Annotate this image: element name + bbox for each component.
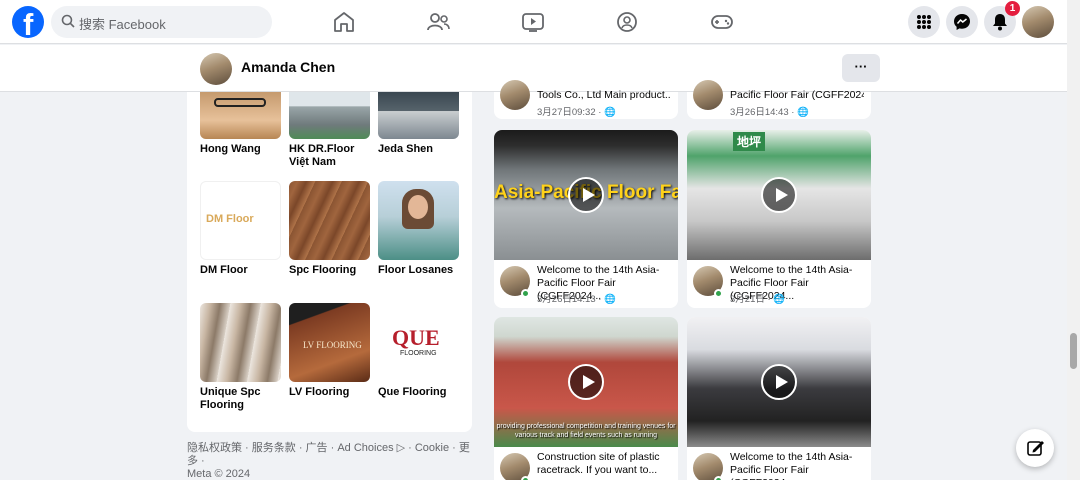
home-icon[interactable] — [331, 10, 357, 34]
online-indicator — [714, 289, 723, 298]
video-post-card[interactable]: Welcome to the 14th Asia-Pacific Floor F… — [687, 317, 871, 480]
video-post-card[interactable]: Asia-Pacific Floor Fair Welcome to the 1… — [494, 130, 678, 308]
online-indicator — [521, 289, 530, 298]
facebook-logo-icon[interactable]: f — [12, 6, 44, 42]
like-tile-hk-drfloor[interactable]: HK DR.Floor Việt Nam — [289, 92, 370, 169]
post-date[interactable]: 3月26日14:13 · 🌐 — [537, 291, 616, 305]
like-image — [200, 92, 281, 139]
like-label: Floor Losanes — [378, 264, 454, 276]
top-navigation-bar: f 搜索 Facebook 1 — [0, 0, 1067, 44]
video-thumbnail[interactable] — [687, 317, 871, 447]
post-card-partial[interactable]: Pacific Floor Fair (CGFF2024... 3月26日14:… — [687, 80, 871, 119]
search-input[interactable]: 搜索 Facebook — [51, 6, 272, 38]
like-tile-unique-spc[interactable]: Unique Spc Flooring — [200, 303, 281, 412]
post-card-partial[interactable]: Tools Co., Ltd Main product... 3月27日09:3… — [494, 80, 678, 119]
like-image — [289, 92, 370, 139]
online-indicator — [521, 476, 530, 480]
post-text[interactable]: Tools Co., Ltd Main product... — [537, 89, 671, 101]
play-icon[interactable] — [568, 364, 604, 400]
profile-header-bar: Amanda Chen ··· — [0, 45, 1067, 92]
search-placeholder: 搜索 Facebook — [79, 17, 166, 32]
menu-button[interactable] — [908, 6, 940, 38]
video-thumbnail[interactable]: 地坪 — [687, 130, 871, 260]
post-date[interactable]: 3月27日09:32 · 🌐 — [537, 104, 616, 118]
like-tile-dm-floor[interactable]: DM Floor DM Floor — [200, 181, 281, 277]
video-post-card[interactable]: providing professional competition and t… — [494, 317, 678, 480]
like-image: QUE FLOORING — [378, 303, 459, 382]
booth-sign-text: 地坪 — [733, 132, 766, 151]
like-label: Que Flooring — [378, 386, 447, 398]
like-tile-spc-flooring[interactable]: Spc Flooring — [289, 181, 370, 277]
post-date[interactable]: 3月26日14:43 · 🌐 — [730, 104, 809, 118]
like-label: HK DR.Floor Việt Nam — [289, 143, 355, 168]
video-thumbnail[interactable]: Asia-Pacific Floor Fair — [494, 130, 678, 260]
video-caption-text: providing professional competition and t… — [496, 423, 676, 439]
que-flooring-logo-sub: FLOORING — [400, 350, 437, 357]
gaming-icon[interactable] — [709, 10, 735, 34]
play-icon[interactable] — [761, 364, 797, 400]
post-date[interactable]: 3月21日 · 🌐 — [730, 291, 785, 305]
like-image: DM Floor — [200, 181, 281, 260]
post-author-avatar[interactable] — [693, 80, 723, 110]
scrollbar-thumb[interactable] — [1070, 333, 1077, 369]
like-image — [200, 303, 281, 382]
like-label: Hong Wang — [200, 143, 261, 155]
like-tile-jeda-shen[interactable]: Jeda Shen — [378, 92, 459, 156]
post-text[interactable]: Pacific Floor Fair (CGFF2024... — [730, 89, 864, 101]
new-message-button[interactable] — [1016, 429, 1054, 467]
likes-card: Hong Wang HK DR.Floor Việt Nam Jeda Shen… — [187, 92, 472, 432]
friends-icon[interactable] — [425, 10, 451, 34]
groups-icon[interactable] — [614, 10, 640, 34]
more-options-button[interactable]: ··· — [842, 54, 880, 82]
page-scrollbar[interactable] — [1067, 0, 1080, 480]
like-label: Unique Spc Flooring — [200, 386, 261, 411]
like-label: LV Flooring — [289, 386, 350, 398]
like-image — [378, 181, 459, 260]
like-tile-que-flooring[interactable]: QUE FLOORING Que Flooring — [378, 303, 459, 399]
post-text[interactable]: Construction site of plastic racetrack. … — [537, 451, 671, 477]
like-label: Jeda Shen — [378, 143, 434, 155]
like-image — [289, 181, 370, 260]
video-post-card[interactable]: 地坪 Welcome to the 14th Asia-Pacific Floo… — [687, 130, 871, 308]
like-image: LV FLOORING — [289, 303, 370, 382]
play-icon[interactable] — [761, 177, 797, 213]
profile-name[interactable]: Amanda Chen — [241, 59, 335, 75]
like-tile-hong-wang[interactable]: Hong Wang — [200, 92, 281, 156]
play-icon[interactable] — [568, 177, 604, 213]
lv-flooring-logo: LV FLOORING — [303, 340, 362, 350]
online-indicator — [714, 476, 723, 480]
like-label: Spc Flooring — [289, 264, 357, 276]
search-icon — [61, 14, 75, 28]
account-avatar[interactable] — [1022, 6, 1054, 38]
video-icon[interactable] — [520, 10, 546, 34]
logo-letter: f — [23, 7, 34, 42]
post-text[interactable]: Welcome to the 14th Asia-Pacific Floor F… — [730, 451, 864, 480]
grid-menu-icon — [917, 15, 931, 29]
notification-badge: 1 — [1005, 1, 1020, 16]
compose-icon — [1027, 441, 1044, 456]
like-tile-floor-losanes[interactable]: Floor Losanes — [378, 181, 459, 277]
video-thumbnail[interactable]: providing professional competition and t… — [494, 317, 678, 447]
footer-line-copyright: Meta © 2024 — [187, 468, 251, 480]
like-label: DM Floor — [200, 264, 248, 276]
dm-floor-logo: DM Floor — [206, 213, 254, 225]
like-tile-lv-flooring[interactable]: LV FLOORING LV Flooring — [289, 303, 370, 399]
post-author-avatar[interactable] — [500, 80, 530, 110]
footer-links: 隐私权政策 · 服务条款 · 广告 · Ad Choices ▷ · Cooki… — [187, 442, 472, 480]
like-image — [378, 92, 459, 139]
que-flooring-logo: QUE — [392, 325, 440, 350]
messenger-button[interactable] — [946, 6, 978, 38]
messenger-icon — [954, 14, 970, 30]
footer-line-links[interactable]: 隐私权政策 · 服务条款 · 广告 · Ad Choices ▷ · Cooki… — [187, 442, 472, 468]
profile-avatar[interactable] — [200, 53, 232, 85]
